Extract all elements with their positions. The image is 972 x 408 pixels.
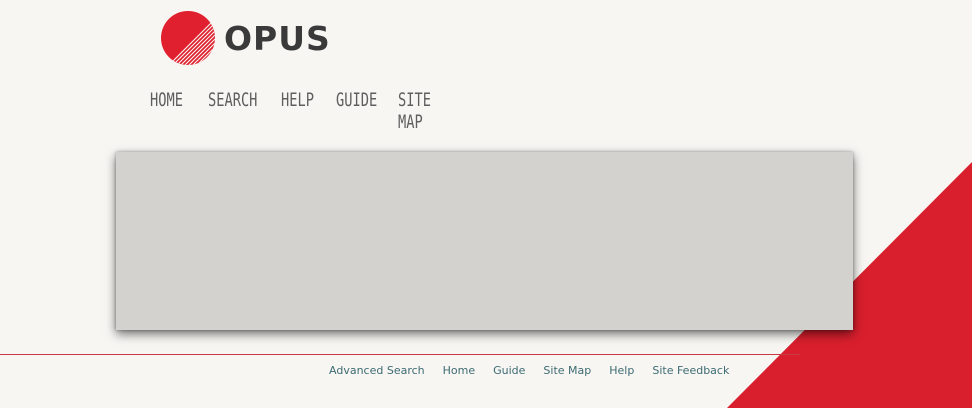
footer-link-site-map[interactable]: Site Map <box>543 364 591 377</box>
footer-divider <box>0 354 800 355</box>
opus-logo-icon <box>161 11 215 65</box>
main-nav: HOME SEARCH HELP GUIDE SITE MAP <box>150 89 478 133</box>
content-panel <box>116 152 853 330</box>
nav-search[interactable]: SEARCH <box>208 89 257 111</box>
site-logo[interactable]: OPUS <box>160 10 331 66</box>
page: OPUS HOME SEARCH HELP GUIDE SITE MAP Adv… <box>0 0 972 408</box>
footer-link-site-feedback[interactable]: Site Feedback <box>652 364 729 377</box>
nav-site-map[interactable]: SITE MAP <box>398 89 438 133</box>
nav-home[interactable]: HOME <box>150 89 183 111</box>
nav-help[interactable]: HELP <box>281 89 314 111</box>
footer-link-help[interactable]: Help <box>609 364 634 377</box>
brand-name: OPUS <box>224 18 331 58</box>
footer-link-home[interactable]: Home <box>443 364 475 377</box>
footer-link-advanced-search[interactable]: Advanced Search <box>329 364 425 377</box>
footer-links: Advanced Search Home Guide Site Map Help… <box>329 364 747 377</box>
footer-link-guide[interactable]: Guide <box>493 364 525 377</box>
nav-guide[interactable]: GUIDE <box>336 89 377 111</box>
